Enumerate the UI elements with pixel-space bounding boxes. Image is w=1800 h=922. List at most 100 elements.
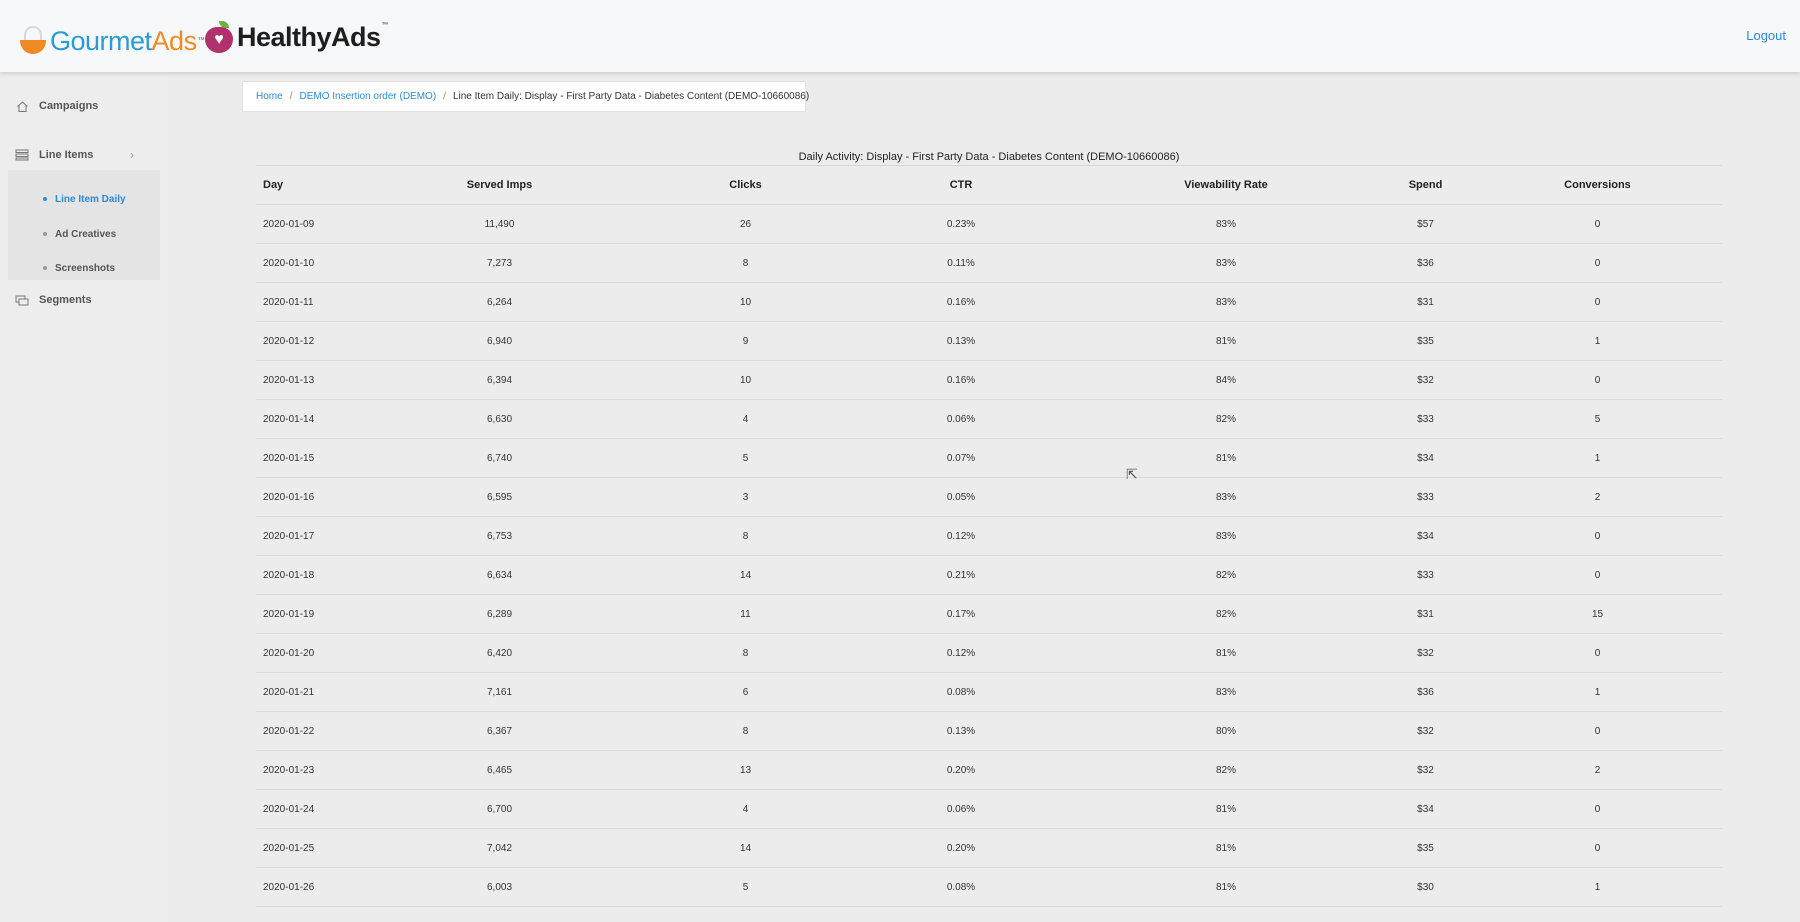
column-header-clicks[interactable]: Clicks [643, 179, 848, 191]
table-row: 2020-01-21 7,161 6 0.08% 83% $36 1 [256, 673, 1722, 712]
cell-served-imps: 6,630 [486, 413, 513, 425]
cell-clicks: 6 [742, 686, 749, 698]
table-row: 2020-01-12 6,940 9 0.13% 81% $35 1 [256, 322, 1722, 361]
subitem-label: Line Item Daily [55, 193, 126, 205]
logout-link[interactable]: Logout [1746, 28, 1786, 43]
healthyads-logo[interactable]: ♥ HealthyAds™ [204, 18, 389, 56]
cell-spend: $33 [1417, 413, 1434, 425]
cell-conversions: 0 [1594, 803, 1601, 815]
cell-ctr: 0.20% [946, 764, 976, 776]
cell-ctr: 0.06% [946, 803, 976, 815]
cell-viewability-rate: 81% [1215, 803, 1236, 815]
cell-viewability-rate: 80% [1215, 725, 1236, 737]
cell-viewability-rate: 83% [1215, 686, 1236, 698]
table-row: 2020-01-20 6,420 8 0.12% 81% $32 0 [256, 634, 1722, 673]
sidebar-item-line-items[interactable]: Line Items › [0, 141, 168, 169]
healthyads-wordmark: HealthyAds™ [237, 21, 389, 52]
home-icon [14, 98, 30, 114]
cell-served-imps: 6,740 [486, 452, 513, 464]
cell-ctr: 0.13% [946, 725, 976, 737]
cell-day: 2020-01-21 [263, 686, 315, 698]
cell-ctr: 0.08% [946, 686, 976, 698]
table-row: 2020-01-09 11,490 26 0.23% 83% $57 0 [256, 205, 1722, 244]
cell-served-imps: 6,003 [486, 881, 513, 893]
cell-conversions: 1 [1594, 335, 1601, 347]
sidebar-item-campaigns[interactable]: Campaigns [0, 92, 168, 120]
cell-clicks: 26 [739, 218, 752, 230]
bullet-icon [43, 266, 47, 270]
bullet-icon [43, 232, 47, 236]
cell-conversions: 1 [1594, 452, 1601, 464]
bullet-icon [43, 197, 47, 201]
cell-spend: $34 [1417, 803, 1434, 815]
cell-day: 2020-01-10 [263, 257, 315, 269]
subitem-ad-creatives[interactable]: Ad Creatives [8, 221, 160, 247]
subitem-line-item-daily[interactable]: Line Item Daily [8, 186, 160, 212]
cell-conversions: 1 [1594, 881, 1601, 893]
cell-conversions: 0 [1594, 725, 1601, 737]
column-header-viewability-rate[interactable]: Viewability Rate [1074, 179, 1378, 191]
gourmetads-logo[interactable]: GourmetAds™ [18, 18, 205, 56]
cell-ctr: 0.16% [946, 374, 976, 386]
cell-ctr: 0.12% [946, 647, 976, 659]
list-icon [14, 147, 30, 163]
sidebar-item-segments[interactable]: Segments [0, 286, 168, 314]
breadcrumb-home[interactable]: Home [256, 91, 283, 102]
subitem-screenshots[interactable]: Screenshots [8, 255, 160, 281]
table-row: 2020-01-25 7,042 14 0.20% 81% $35 0 [256, 829, 1722, 868]
cell-conversions: 1 [1594, 686, 1601, 698]
cell-viewability-rate: 82% [1215, 608, 1236, 620]
cell-conversions: 0 [1594, 530, 1601, 542]
sidebar-item-label: Line Items [39, 149, 94, 161]
column-header-served-imps[interactable]: Served Imps [356, 179, 643, 191]
table-row: 2020-01-15 6,740 5 0.07% 81% $34 1 [256, 439, 1722, 478]
cell-ctr: 0.21% [946, 569, 976, 581]
cell-viewability-rate: 81% [1215, 647, 1236, 659]
cell-spend: $34 [1417, 452, 1434, 464]
cell-day: 2020-01-25 [263, 842, 315, 854]
cell-day: 2020-01-16 [263, 491, 315, 503]
cell-conversions: 15 [1591, 608, 1604, 620]
cell-ctr: 0.16% [946, 296, 976, 308]
cell-ctr: 0.05% [946, 491, 976, 503]
cell-served-imps: 6,264 [486, 296, 513, 308]
table-row: 2020-01-14 6,630 4 0.06% 82% $33 5 [256, 400, 1722, 439]
cell-ctr: 0.11% [947, 257, 975, 269]
sidebar: Campaigns Line Items › Line Item Daily A… [0, 72, 168, 922]
column-header-spend[interactable]: Spend [1378, 179, 1473, 191]
table-row: 2020-01-22 6,367 8 0.13% 80% $32 0 [256, 712, 1722, 751]
cell-spend: $35 [1417, 842, 1434, 854]
cell-served-imps: 6,394 [486, 374, 513, 386]
column-header-day[interactable]: Day [256, 179, 356, 191]
cell-spend: $31 [1417, 608, 1434, 620]
cell-served-imps: 6,595 [486, 491, 513, 503]
cell-viewability-rate: 83% [1215, 257, 1236, 269]
cell-conversions: 2 [1594, 491, 1601, 503]
cell-ctr: 0.07% [946, 452, 976, 464]
sidebar-item-label: Segments [39, 294, 92, 306]
cell-clicks: 5 [742, 452, 749, 464]
column-header-ctr[interactable]: CTR [848, 179, 1074, 191]
layers-icon [14, 292, 30, 308]
cell-spend: $32 [1417, 374, 1434, 386]
cell-day: 2020-01-23 [263, 764, 315, 776]
daily-activity-table: Day Served Imps Clicks CTR Viewability R… [256, 165, 1722, 907]
line-items-submenu: Line Item Daily Ad Creatives Screenshots [8, 170, 160, 280]
table-row: 2020-01-16 6,595 3 0.05% 83% $33 2 [256, 478, 1722, 517]
cell-served-imps: 6,420 [486, 647, 513, 659]
cell-clicks: 5 [742, 881, 749, 893]
column-header-conversions[interactable]: Conversions [1473, 179, 1722, 191]
breadcrumb-separator: / [443, 91, 446, 102]
table-row: 2020-01-10 7,273 8 0.11% 83% $36 0 [256, 244, 1722, 283]
cell-ctr: 0.17% [946, 608, 976, 620]
cell-served-imps: 6,367 [486, 725, 513, 737]
bowl-icon [18, 26, 48, 56]
cell-clicks: 14 [739, 569, 752, 581]
cell-served-imps: 7,042 [486, 842, 513, 854]
chevron-right-icon: › [130, 148, 134, 162]
breadcrumb-insertion-order[interactable]: DEMO Insertion order (DEMO) [299, 91, 436, 102]
table-row: 2020-01-17 6,753 8 0.12% 83% $34 0 [256, 517, 1722, 556]
cell-spend: $36 [1417, 257, 1434, 269]
cell-served-imps: 6,940 [486, 335, 513, 347]
cell-ctr: 0.08% [946, 881, 976, 893]
